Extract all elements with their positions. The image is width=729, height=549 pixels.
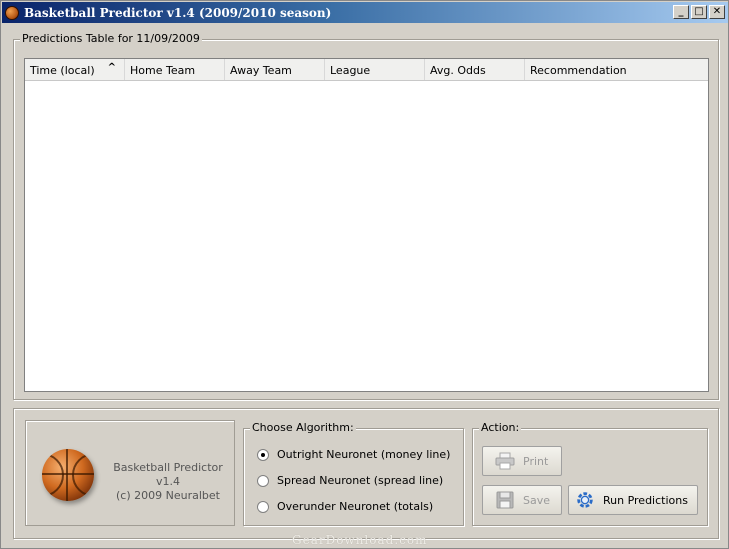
save-button[interactable]: Save [482, 485, 562, 515]
run-predictions-button[interactable]: Run Predictions [568, 485, 698, 515]
app-window: Basketball Predictor v1.4 (2009/2010 sea… [0, 0, 729, 549]
algorithm-option-label: Overunder Neuronet (totals) [277, 500, 434, 513]
window-title: Basketball Predictor v1.4 (2009/2010 sea… [24, 5, 332, 20]
run-predictions-button-label: Run Predictions [603, 493, 688, 507]
action-group-title: Action: [479, 421, 522, 434]
column-header-time[interactable]: Time (local) ^ [25, 59, 125, 80]
algorithm-option-label: Outright Neuronet (money line) [277, 448, 451, 461]
predictions-group-title: Predictions Table for 11/09/2009 [20, 32, 202, 45]
logo-panel: Basketball Predictor v1.4 (c) 2009 Neura… [25, 420, 235, 526]
algorithm-option-overunder[interactable]: Overunder Neuronet (totals) [257, 500, 433, 513]
radio-button[interactable] [257, 500, 269, 513]
printer-icon [495, 452, 515, 470]
close-button[interactable]: ✕ [709, 5, 725, 19]
radio-button-selected[interactable] [257, 448, 269, 461]
watermark-text: GearDownload.com [292, 533, 428, 547]
minimize-button[interactable]: _ [673, 5, 689, 19]
column-header-recommendation[interactable]: Recommendation [525, 59, 708, 80]
basketball-app-icon[interactable] [5, 5, 19, 20]
logo-text: Basketball Predictor v1.4 (c) 2009 Neura… [106, 461, 230, 503]
title-bar[interactable]: Basketball Predictor v1.4 (2009/2010 sea… [2, 2, 728, 23]
gear-icon [575, 491, 595, 509]
radio-button[interactable] [257, 474, 269, 487]
logo-copyright: (c) 2009 Neuralbet [116, 489, 220, 502]
algorithm-group-title: Choose Algorithm: [250, 421, 356, 434]
predictions-table[interactable]: Time (local) ^ Home Team Away Team Leagu… [24, 58, 709, 392]
algorithm-option-spread[interactable]: Spread Neuronet (spread line) [257, 474, 443, 487]
basketball-logo-icon [42, 449, 94, 501]
print-button[interactable]: Print [482, 446, 562, 476]
algorithm-option-label: Spread Neuronet (spread line) [277, 474, 444, 487]
maximize-button[interactable]: □ [691, 5, 707, 19]
column-header-away-team[interactable]: Away Team [225, 59, 325, 80]
save-button-label: Save [523, 493, 551, 507]
algorithm-group: Choose Algorithm: Outright Neuronet (mon… [243, 421, 464, 526]
column-header-league[interactable]: League [325, 59, 425, 80]
logo-product-name: Basketball Predictor v1.4 [113, 461, 223, 488]
column-header-avg-odds[interactable]: Avg. Odds [425, 59, 525, 80]
column-header-home-team[interactable]: Home Team [125, 59, 225, 80]
sort-ascending-icon: ^ [107, 62, 116, 73]
floppy-disk-icon [495, 491, 515, 509]
print-button-label: Print [523, 454, 549, 468]
window-controls: _ □ ✕ [673, 5, 725, 19]
algorithm-option-outright[interactable]: Outright Neuronet (money line) [257, 448, 450, 461]
table-header: Time (local) ^ Home Team Away Team Leagu… [25, 59, 708, 81]
